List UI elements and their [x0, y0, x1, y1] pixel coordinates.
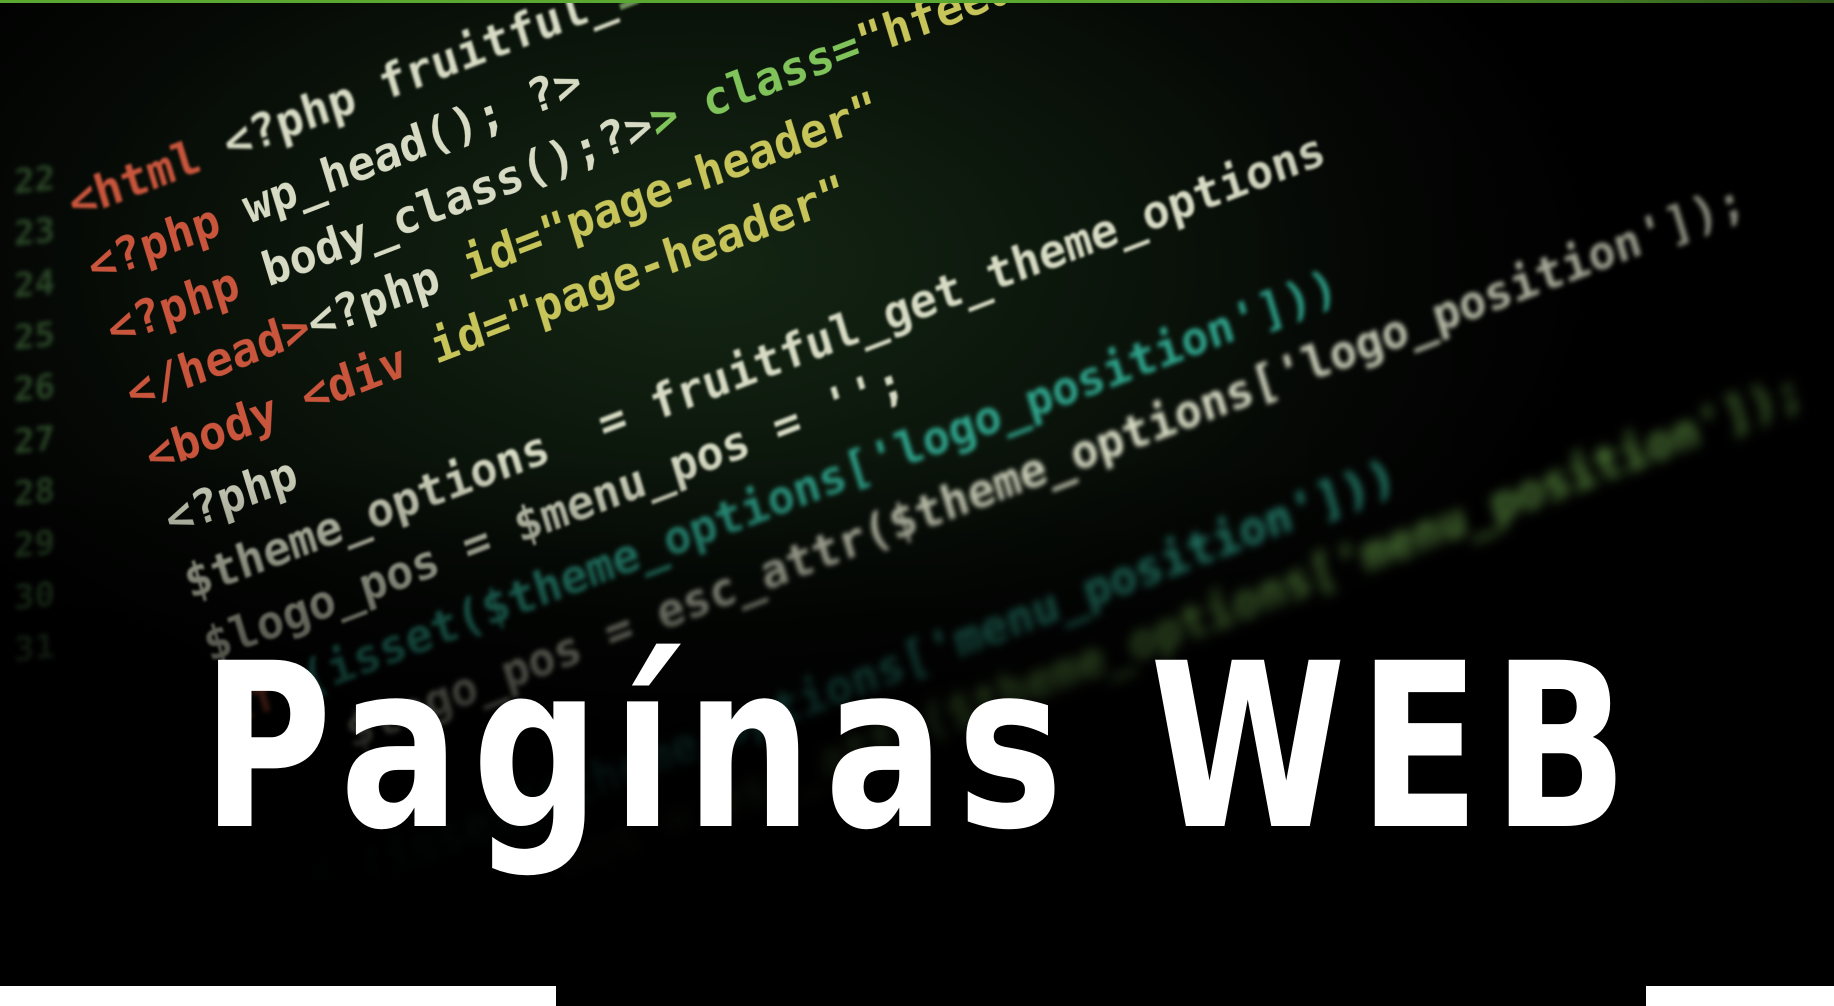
line-number: 30 — [14, 574, 55, 619]
line-number: 31 — [14, 626, 55, 671]
bottom-bar-left — [0, 986, 556, 1006]
line-number: 28 — [14, 470, 55, 515]
line-number: 29 — [14, 522, 55, 567]
line-number-gutter: 22 23 24 25 26 27 28 29 30 31 — [14, 153, 84, 673]
line-number: 24 — [14, 262, 55, 307]
line-number: 25 — [14, 314, 55, 359]
line-number: 26 — [14, 366, 55, 411]
line-number: 27 — [14, 418, 55, 463]
bottom-bar-right — [1646, 986, 1834, 1006]
page-title: Pagínas WEB — [201, 614, 1641, 880]
